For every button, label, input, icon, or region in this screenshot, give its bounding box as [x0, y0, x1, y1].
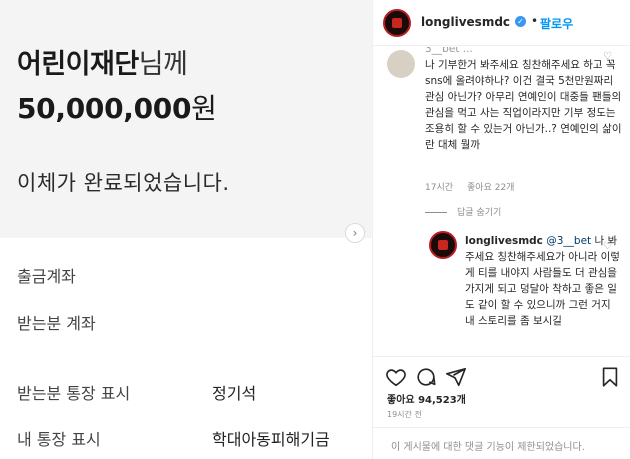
avatar[interactable] — [387, 50, 415, 78]
comments-disabled-notice: 이 게시물에 대한 댓글 기능이 제한되었습니다. — [373, 427, 630, 459]
comments-list[interactable]: 3__bet ... 나 기부한거 봐주세요 칭찬해주세요 하고 꼭 sns에 올… — [373, 47, 630, 355]
recipient-display-value: 정기석 — [212, 384, 257, 403]
comment-likes[interactable]: 좋아요 22개 — [467, 183, 514, 193]
post-username[interactable]: longlivesmdc — [421, 15, 510, 29]
my-display-value: 학대아동피해기금 — [212, 430, 330, 449]
heart-icon[interactable]: ♡ — [603, 51, 612, 62]
recipient-account-label: 받는분 계좌 — [17, 314, 96, 333]
transfer-amount: 50,000,000원 — [17, 92, 217, 125]
comment-icon[interactable] — [415, 366, 437, 388]
bookmark-icon[interactable] — [599, 366, 621, 388]
dot-separator: • — [531, 14, 539, 28]
post-timestamp: 19시간 전 — [387, 410, 422, 419]
heart-icon[interactable] — [385, 366, 407, 388]
transfer-summary-panel: 어린이재단님께 50,000,000원 이체가 완료되었습니다. — [0, 0, 372, 238]
chevron-right-icon[interactable]: › — [345, 223, 365, 243]
my-display-label: 내 통장 표시 — [17, 430, 101, 449]
recipient-name: 어린이재단님께 — [17, 49, 188, 80]
hide-replies-button[interactable]: 답글 숨기기 — [425, 205, 501, 218]
recipient-display-label: 받는분 통장 표시 — [17, 384, 131, 403]
share-icon[interactable] — [445, 366, 467, 388]
comment-meta: 17시간 좋아요 22개 — [425, 183, 515, 193]
avatar[interactable] — [383, 9, 411, 37]
action-bar — [373, 356, 630, 390]
post-image: 어린이재단님께 50,000,000원 이체가 완료되었습니다. › 출금계좌 … — [0, 0, 372, 459]
like-count[interactable]: 좋아요 94,523개 — [387, 391, 466, 406]
transfer-complete-message: 이체가 완료되었습니다. — [17, 171, 230, 195]
avatar[interactable] — [429, 231, 457, 259]
comment-text: 3__bet ... 나 기부한거 봐주세요 칭찬해주세요 하고 꼭 sns에 올… — [425, 47, 622, 151]
follow-button[interactable]: 팔로우 — [540, 15, 573, 32]
post-sidebar: longlivesmdc ✓ • 팔로우 3__bet ... 나 기부한거 봐주… — [372, 0, 630, 459]
reply-text: longlivesmdc @3__bet 나 봐주세요 칭찬해주세요가 아니라 … — [465, 235, 620, 327]
post-header: longlivesmdc ✓ • 팔로우 — [373, 0, 630, 46]
withdraw-account-label: 출금계좌 — [17, 267, 76, 286]
heart-icon[interactable]: ♡ — [603, 241, 612, 252]
verified-badge-icon: ✓ — [515, 16, 526, 27]
comments-disabled-text: 이 게시물에 대한 댓글 기능이 제한되었습니다. — [391, 442, 585, 453]
